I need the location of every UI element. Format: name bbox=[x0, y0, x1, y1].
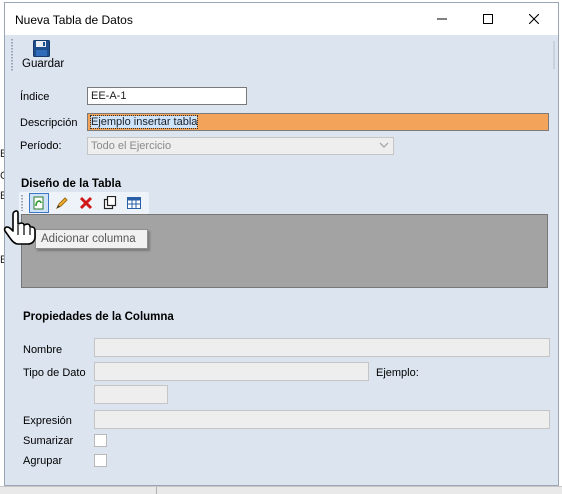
indice-field[interactable]: EE-A-1 bbox=[87, 87, 247, 105]
screen: E C E E Nueva Tabla de Datos bbox=[0, 0, 562, 494]
maximize-icon bbox=[483, 14, 493, 24]
delete-x-icon bbox=[79, 196, 93, 210]
ejemplo-field[interactable] bbox=[94, 385, 168, 404]
close-button[interactable] bbox=[511, 3, 557, 35]
descripcion-field[interactable]: Ejemplo insertar tabla bbox=[87, 113, 549, 131]
nombre-field[interactable] bbox=[94, 338, 550, 357]
add-column-tooltip: Adicionar columna bbox=[35, 229, 148, 249]
edit-column-button[interactable] bbox=[52, 193, 72, 213]
background-statusbar bbox=[0, 486, 562, 494]
delete-column-button[interactable] bbox=[76, 193, 96, 213]
periodo-label: Período: bbox=[20, 140, 62, 152]
minimize-button[interactable] bbox=[419, 3, 465, 35]
minimize-icon bbox=[437, 18, 447, 20]
copy-column-button[interactable] bbox=[100, 193, 120, 213]
ejemplo-label: Ejemplo: bbox=[376, 367, 419, 379]
window-title: Nueva Tabla de Datos bbox=[15, 13, 133, 27]
chevron-down-icon bbox=[379, 142, 389, 148]
maximize-button[interactable] bbox=[465, 3, 511, 35]
save-label: Guardar bbox=[22, 58, 65, 70]
table-design-toolbar bbox=[19, 192, 149, 214]
table-design-area[interactable] bbox=[21, 214, 548, 288]
hand-cursor-icon bbox=[3, 210, 36, 245]
toolbar-grip[interactable] bbox=[11, 39, 13, 71]
tipo-dato-field[interactable] bbox=[94, 362, 369, 381]
nombre-label: Nombre bbox=[23, 344, 63, 356]
toolbar-overflow[interactable] bbox=[550, 39, 558, 71]
table-view-button[interactable] bbox=[124, 193, 144, 213]
save-button[interactable]: Guardar bbox=[17, 38, 67, 72]
diseno-title: Diseño de la Tabla bbox=[21, 178, 122, 190]
descripcion-label: Descripción bbox=[20, 117, 78, 129]
propiedades-title: Propiedades de la Columna bbox=[23, 311, 174, 323]
copy-icon bbox=[103, 196, 117, 210]
main-toolbar: Guardar bbox=[5, 35, 558, 75]
title-bar: Nueva Tabla de Datos bbox=[5, 3, 558, 35]
sumarizar-label: Sumarizar bbox=[23, 435, 74, 447]
indice-label: Índice bbox=[20, 91, 50, 103]
descripcion-value: Ejemplo insertar tabla bbox=[89, 115, 199, 129]
close-icon bbox=[529, 14, 539, 24]
periodo-select[interactable]: Todo el Ejercicio bbox=[87, 137, 394, 155]
tipo-dato-label: Tipo de Dato bbox=[23, 367, 86, 379]
sumarizar-checkbox[interactable] bbox=[94, 434, 107, 447]
floppy-disk-icon bbox=[33, 40, 50, 57]
toolbar-grip[interactable] bbox=[21, 195, 23, 211]
add-column-icon bbox=[33, 196, 44, 210]
periodo-value: Todo el Ejercicio bbox=[91, 140, 172, 152]
grid-icon bbox=[127, 197, 141, 209]
expresion-label: Expresión bbox=[23, 415, 72, 427]
edit-pencil-icon bbox=[55, 197, 68, 210]
agrupar-label: Agrupar bbox=[23, 455, 63, 467]
expresion-field[interactable] bbox=[94, 410, 550, 429]
agrupar-checkbox[interactable] bbox=[94, 454, 107, 467]
